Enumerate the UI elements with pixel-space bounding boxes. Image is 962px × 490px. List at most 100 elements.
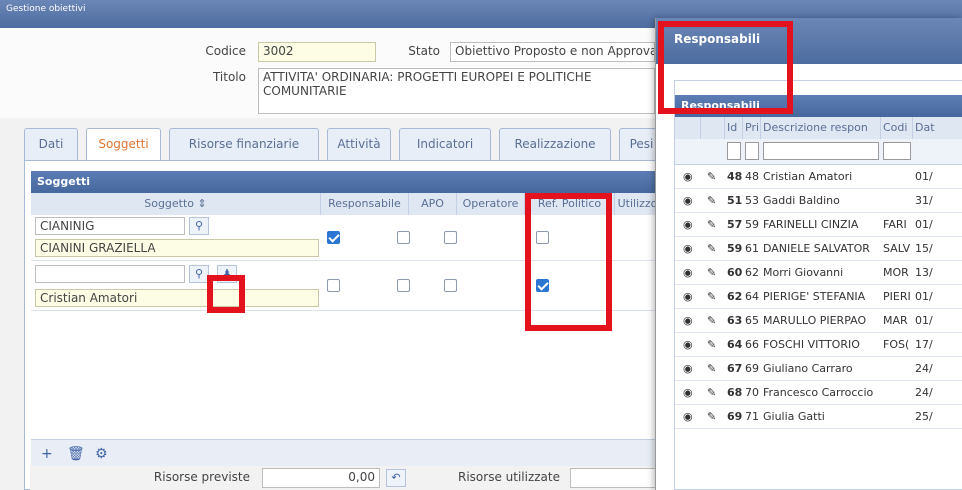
col-descrizione[interactable]: Descrizione respon [761,117,881,139]
pencil-icon[interactable]: ✎ [707,309,721,333]
row-data: 24/ [915,386,933,399]
row-pri: 62 [745,266,759,279]
list-item[interactable]: ◉ ✎ 59 61 DANIELE SALVATOR SALV 15/ [675,237,962,261]
pencil-icon[interactable]: ✎ [707,237,721,261]
col-operatore[interactable]: Operatore [457,193,525,215]
soggetto-name-field: CIANINI GRAZIELLA [35,239,319,257]
gear-icon[interactable]: ⚙ [95,446,108,462]
eye-icon[interactable]: ◉ [683,357,697,381]
undo-icon[interactable]: ↶ [386,469,406,487]
list-item[interactable]: ◉ ✎ 51 53 Gaddi Baldino 31/ [675,189,962,213]
risorse-bar: Risorse previste 0,00 ↶ Risorse utilizza… [30,466,660,490]
list-item[interactable]: ◉ ✎ 68 70 Francesco Carroccio 24/ [675,381,962,405]
soggetto-code-input[interactable]: CIANINIG [35,217,185,235]
eye-icon[interactable]: ◉ [683,165,697,189]
pencil-icon[interactable]: ✎ [707,357,721,381]
list-item[interactable]: ◉ ✎ 48 48 Cristian Amatori 01/ [675,165,962,189]
row-pri: 48 [745,170,759,183]
col-pri[interactable]: Pri [743,117,761,139]
pencil-icon[interactable]: ✎ [707,285,721,309]
responsabili-dialog: Responsabili Responsabili Id Pri Descriz… [655,18,962,490]
descrizione-filter-input[interactable] [763,142,879,160]
operatore-checkbox[interactable] [444,231,457,244]
trash-icon[interactable]: 🗑 [67,446,85,462]
list-item[interactable]: ◉ ✎ 69 71 Giulia Gatti 25/ [675,405,962,429]
row-id: 64 [727,338,743,351]
list-item[interactable]: ◉ ✎ 62 64 PIERIGE' STEFANIA PIERI 01/ [675,285,962,309]
row-descrizione: PIERIGE' STEFANIA [763,290,866,303]
eye-icon[interactable]: ◉ [683,405,697,429]
row-descrizione: MARULLO PIERPAO [763,314,867,327]
row-id: 60 [727,266,743,279]
tab-realizzazione[interactable]: Realizzazione [499,128,611,160]
row-id: 62 [727,290,743,303]
tab-risorse-finanziarie[interactable]: Risorse finanziarie [169,128,319,160]
col-edit [701,117,725,139]
col-apo[interactable]: APO [409,193,457,215]
row-codice: MAR [883,314,908,327]
row-id: 67 [727,362,743,375]
titolo-field[interactable]: ATTIVITA' ORDINARIA: PROGETTI EUROPEI E … [258,68,655,114]
responsabile-checkbox[interactable] [327,279,340,292]
row-pri: 70 [745,386,759,399]
col-responsabile[interactable]: Responsabile [321,193,409,215]
soggetto-code-input[interactable] [35,265,185,283]
tab-indicatori[interactable]: Indicatori [399,128,491,160]
pencil-icon[interactable]: ✎ [707,381,721,405]
plus-icon[interactable]: + [41,446,53,462]
eye-icon[interactable]: ◉ [683,381,697,405]
col-codice[interactable]: Codi [881,117,913,139]
col-soggetto[interactable]: Soggetto ⇕ [31,193,321,215]
pencil-icon[interactable]: ✎ [707,333,721,357]
row-data: 31/ [915,194,933,207]
pri-filter-input[interactable] [745,142,759,160]
row-descrizione: Gaddi Baldino [763,194,840,207]
row-data: 25/ [915,410,933,423]
list-item[interactable]: ◉ ✎ 63 65 MARULLO PIERPAO MAR 01/ [675,309,962,333]
risorse-previste-field[interactable]: 0,00 [262,468,380,488]
eye-icon[interactable]: ◉ [683,189,697,213]
pencil-icon[interactable]: ✎ [707,405,721,429]
responsabile-checkbox[interactable] [327,231,340,244]
eye-icon[interactable]: ◉ [683,333,697,357]
codice-field[interactable]: 3002 [258,42,376,62]
list-item[interactable]: ◉ ✎ 64 66 FOSCHI VITTORIO FOS(17/ [675,333,962,357]
apo-checkbox[interactable] [397,279,410,292]
eye-icon[interactable]: ◉ [683,309,697,333]
row-pri: 59 [745,218,759,231]
row-pri: 53 [745,194,759,207]
pencil-icon[interactable]: ✎ [707,165,721,189]
codice-filter-input[interactable] [883,142,911,160]
risorse-utilizzate-field[interactable] [570,468,660,488]
search-icon[interactable]: ⚲ [189,217,209,235]
row-pri: 61 [745,242,759,255]
codice-label: Codice [205,44,246,58]
list-item[interactable]: ◉ ✎ 60 62 Morri Giovanni MOR 13/ [675,261,962,285]
list-item[interactable]: ◉ ✎ 67 69 Giuliano Carraro 24/ [675,357,962,381]
eye-icon[interactable]: ◉ [683,261,697,285]
col-data[interactable]: Dat [913,117,962,139]
row-codice [883,405,911,429]
id-filter-input[interactable] [727,142,741,160]
pencil-icon[interactable]: ✎ [707,189,721,213]
tab-soggetti[interactable]: Soggetti [86,128,161,161]
pencil-icon[interactable]: ✎ [707,261,721,285]
operatore-checkbox[interactable] [444,279,457,292]
row-codice [883,357,911,381]
pencil-icon[interactable]: ✎ [707,213,721,237]
row-codice: MOR [883,266,909,279]
search-icon[interactable]: ⚲ [189,265,209,283]
row-codice [883,165,911,189]
tab-attivita[interactable]: Attività [327,128,391,160]
list-item[interactable]: ◉ ✎ 57 59 FARINELLI CINZIA FARI 01/ [675,213,962,237]
stato-field[interactable]: Obiettivo Proposto e non Approvato [450,42,655,62]
apo-checkbox[interactable] [397,231,410,244]
eye-icon[interactable]: ◉ [683,213,697,237]
col-id[interactable]: Id [725,117,743,139]
row-id: 59 [727,242,743,255]
eye-icon[interactable]: ◉ [683,237,697,261]
tab-dati[interactable]: Dati [24,128,78,160]
sort-icon: ⇕ [197,197,207,210]
row-data: 01/ [915,314,933,327]
eye-icon[interactable]: ◉ [683,285,697,309]
